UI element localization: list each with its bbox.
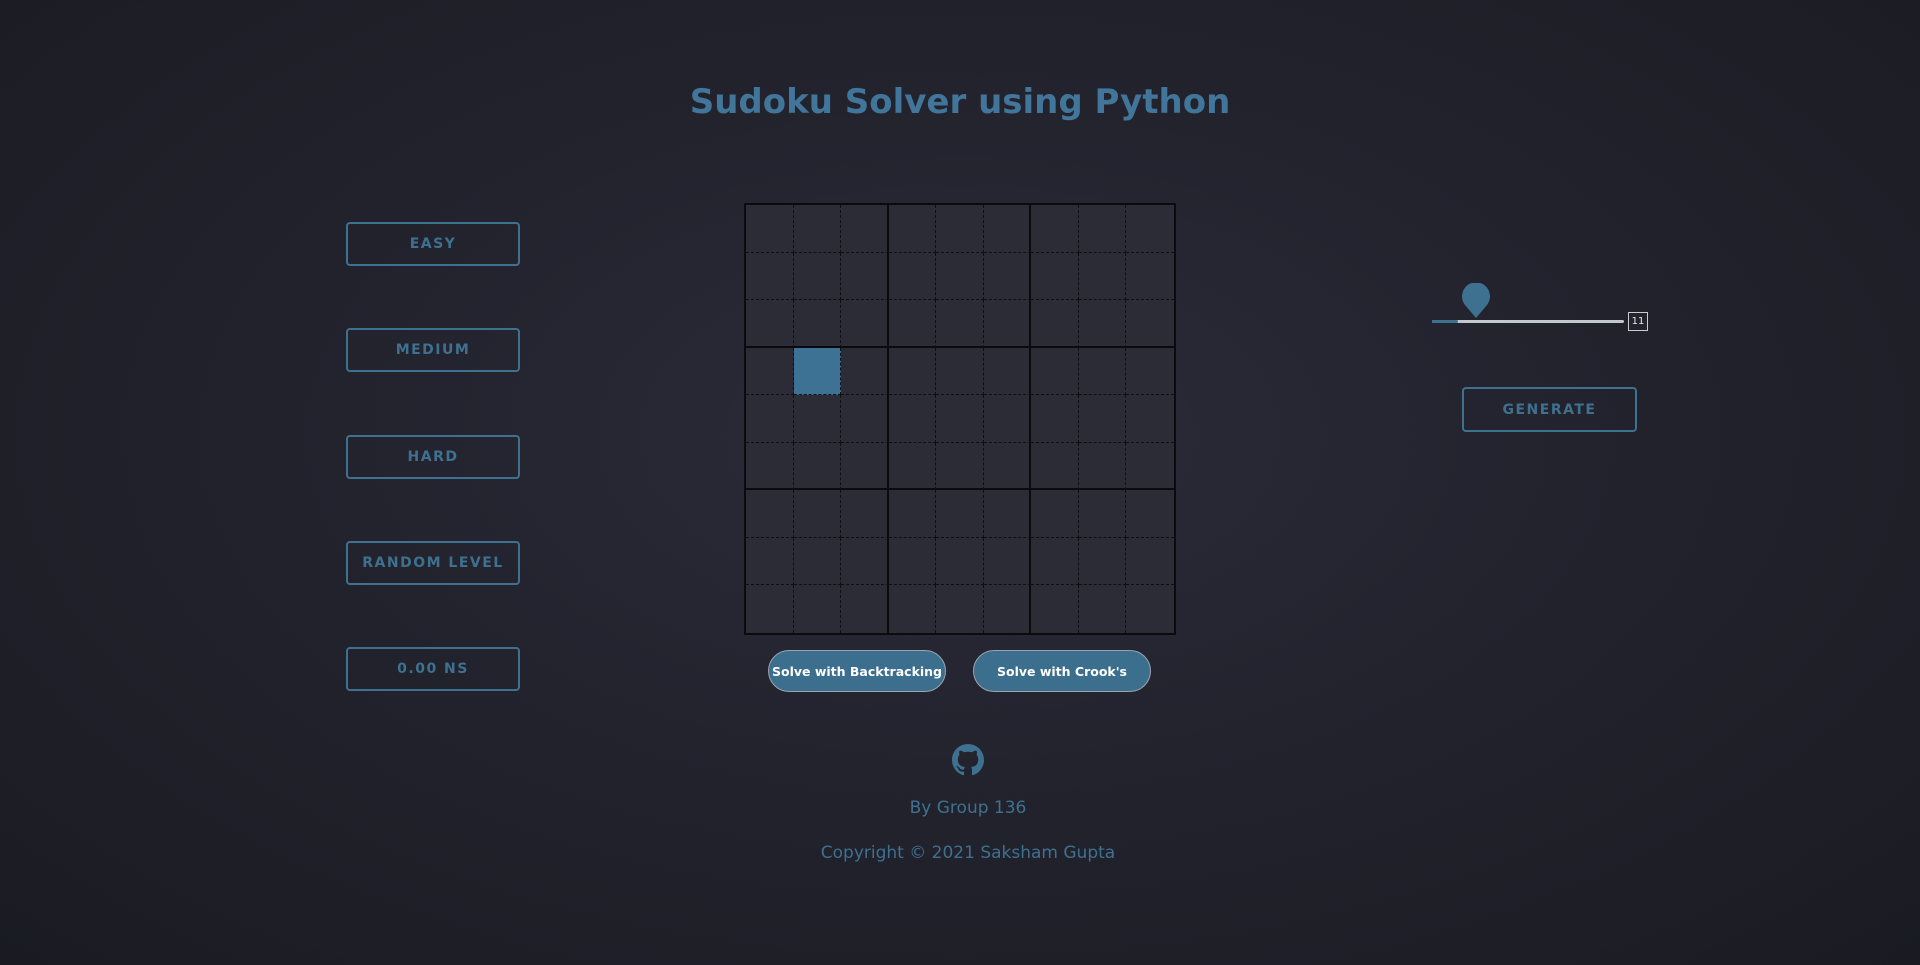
sudoku-cell[interactable] <box>1078 205 1127 253</box>
sudoku-cell[interactable] <box>936 300 984 348</box>
sudoku-cell[interactable] <box>1126 442 1174 491</box>
sudoku-cell[interactable] <box>1031 347 1079 396</box>
sudoku-cell[interactable] <box>1078 585 1127 633</box>
sudoku-cell[interactable] <box>793 395 842 443</box>
byline: By Group 136 <box>909 798 1027 818</box>
sudoku-cell[interactable] <box>936 395 984 443</box>
sudoku-cell[interactable] <box>888 395 937 443</box>
sudoku-cell[interactable] <box>936 205 984 253</box>
sudoku-cell[interactable] <box>936 252 984 301</box>
sudoku-cell[interactable] <box>983 205 1032 253</box>
sudoku-cell[interactable] <box>1078 442 1127 491</box>
sudoku-cell[interactable] <box>1126 537 1174 586</box>
sudoku-cell[interactable] <box>888 300 937 348</box>
sudoku-cell[interactable] <box>983 490 1032 538</box>
sudoku-cell[interactable] <box>888 205 937 253</box>
sudoku-cell[interactable] <box>888 490 937 538</box>
sudoku-cell[interactable] <box>1078 537 1127 586</box>
sudoku-cell[interactable] <box>746 490 794 538</box>
sudoku-cell[interactable] <box>746 537 794 586</box>
sudoku-cell[interactable] <box>1126 347 1174 396</box>
sudoku-cell[interactable] <box>1078 395 1127 443</box>
sudoku-cell[interactable] <box>1031 442 1079 491</box>
sudoku-cell[interactable] <box>1078 252 1127 301</box>
sudoku-cell[interactable] <box>793 442 842 491</box>
slider-fill <box>1432 320 1458 323</box>
sudoku-cell[interactable] <box>1031 395 1079 443</box>
sudoku-cell[interactable] <box>1078 490 1127 538</box>
sudoku-cell[interactable] <box>888 537 937 586</box>
sudoku-cell[interactable] <box>793 585 842 633</box>
sudoku-cell[interactable] <box>936 585 984 633</box>
sudoku-cell[interactable] <box>746 252 794 301</box>
sudoku-cell[interactable] <box>1078 300 1127 348</box>
sudoku-cell[interactable] <box>1126 490 1174 538</box>
sudoku-cell[interactable] <box>793 490 842 538</box>
generate-button[interactable]: GENERATE <box>1462 387 1637 432</box>
sudoku-cell[interactable] <box>841 252 889 301</box>
sudoku-cell[interactable] <box>1031 585 1079 633</box>
sudoku-cell[interactable] <box>1078 347 1127 396</box>
sudoku-cell[interactable] <box>983 395 1032 443</box>
sudoku-cell[interactable] <box>841 205 889 253</box>
slider-track[interactable] <box>1432 320 1624 323</box>
sudoku-cell[interactable] <box>1031 252 1079 301</box>
sudoku-cell[interactable] <box>888 252 937 301</box>
sudoku-cell[interactable] <box>888 585 937 633</box>
sudoku-cell[interactable] <box>983 537 1032 586</box>
sudoku-cell[interactable] <box>1126 252 1174 301</box>
sudoku-cell[interactable] <box>841 395 889 443</box>
sudoku-cell[interactable] <box>1031 490 1079 538</box>
sudoku-cell[interactable] <box>983 252 1032 301</box>
sudoku-cell[interactable] <box>746 205 794 253</box>
sudoku-cell[interactable] <box>936 347 984 396</box>
sudoku-cell[interactable] <box>936 490 984 538</box>
hard-button[interactable]: HARD <box>346 435 520 479</box>
page-title: Sudoku Solver using Python <box>689 82 1231 122</box>
slider-thumb[interactable] <box>1460 283 1492 319</box>
sudoku-cell[interactable] <box>793 252 842 301</box>
easy-button[interactable]: EASY <box>346 222 520 266</box>
sudoku-cell[interactable] <box>746 300 794 348</box>
solve-backtracking-button[interactable]: Solve with Backtracking <box>768 650 946 692</box>
sudoku-cell[interactable] <box>841 300 889 348</box>
copyright-text: Copyright © 2021 Saksham Gupta <box>820 843 1116 863</box>
sudoku-cell[interactable] <box>841 537 889 586</box>
github-icon[interactable] <box>952 744 984 776</box>
sudoku-cell[interactable] <box>793 537 842 586</box>
sudoku-cell[interactable] <box>746 395 794 443</box>
sudoku-cell[interactable] <box>1031 300 1079 348</box>
random-level-button[interactable]: RANDOM LEVEL <box>346 541 520 585</box>
sudoku-cell[interactable] <box>983 300 1032 348</box>
clue-count-slider[interactable]: 11 <box>1430 283 1652 333</box>
sudoku-cell[interactable] <box>841 585 889 633</box>
solve-crook-button[interactable]: Solve with Crook's <box>973 650 1151 692</box>
sudoku-cell[interactable] <box>841 442 889 491</box>
sudoku-cell[interactable] <box>1031 205 1079 253</box>
sudoku-cell[interactable] <box>746 585 794 633</box>
sudoku-cell[interactable] <box>841 347 889 396</box>
sudoku-board <box>744 203 1176 635</box>
sudoku-cell[interactable] <box>746 442 794 491</box>
timer-display: 0.00 NS <box>346 647 520 691</box>
sudoku-cell[interactable] <box>888 442 937 491</box>
medium-button[interactable]: MEDIUM <box>346 328 520 372</box>
sudoku-cell[interactable] <box>936 537 984 586</box>
sudoku-cell[interactable] <box>793 205 842 253</box>
sudoku-cell[interactable] <box>1126 300 1174 348</box>
sudoku-cell[interactable] <box>888 347 937 396</box>
sudoku-cell[interactable] <box>983 347 1032 396</box>
sudoku-cell[interactable] <box>1031 537 1079 586</box>
sudoku-cell[interactable] <box>983 585 1032 633</box>
sudoku-cell[interactable] <box>1126 585 1174 633</box>
sudoku-cell[interactable] <box>793 347 842 396</box>
sudoku-cell[interactable] <box>983 442 1032 491</box>
sudoku-cell[interactable] <box>841 490 889 538</box>
sudoku-cell[interactable] <box>1126 205 1174 253</box>
sudoku-cell[interactable] <box>746 347 794 396</box>
sudoku-cell[interactable] <box>936 442 984 491</box>
sudoku-cell[interactable] <box>793 300 842 348</box>
sudoku-cell[interactable] <box>1126 395 1174 443</box>
slider-value-label: 11 <box>1628 312 1648 331</box>
